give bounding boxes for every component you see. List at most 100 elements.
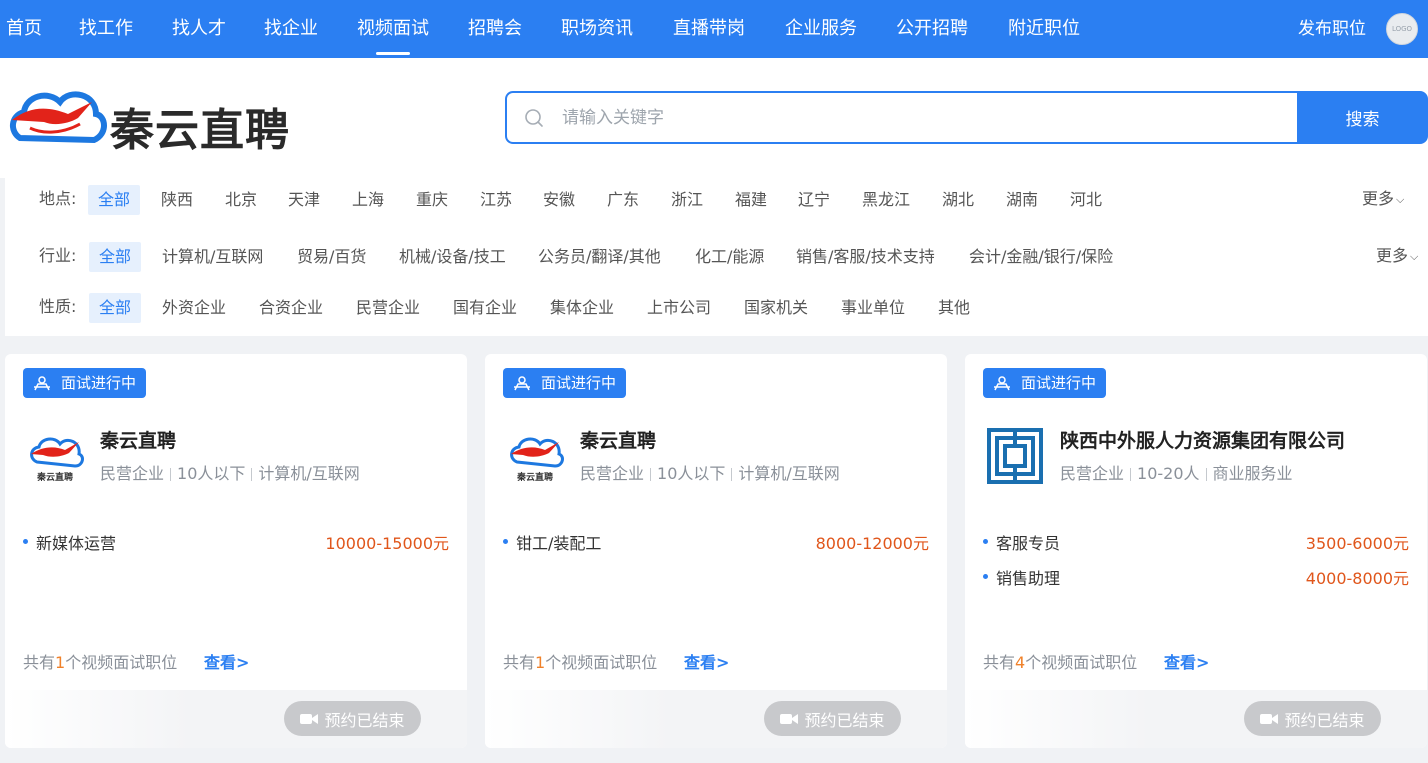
company-type: 民营企业 [100,464,165,483]
filter-location-option[interactable]: 福建 [735,185,767,215]
filter-industry-option[interactable]: 公务员/翻译/其他 [538,242,661,272]
view-link[interactable]: 查看> [204,649,249,673]
filter-location-option[interactable]: 安徽 [543,185,575,215]
job-item[interactable]: 客服专员 3500-6000元 [983,530,1409,554]
nav-item-career-news[interactable]: 职场资讯 [561,14,633,44]
appointment-ended-label: 预约已结束 [324,710,405,730]
nav-item-nearby-jobs[interactable]: 附近职位 [1008,14,1080,44]
appointment-ended-label: 预约已结束 [1284,710,1365,730]
search-input[interactable] [562,103,1282,133]
job-item[interactable]: 新媒体运营 10000-15000元 [23,530,449,554]
filter-nature-option[interactable]: 国家机关 [744,293,808,323]
company-logo-text: 秦云直聘 [516,471,553,483]
filter-location-option[interactable]: 浙江 [671,185,703,215]
job-salary: 8000-12000元 [815,534,929,553]
interview-card[interactable]: 面试进行中 秦云直聘 秦云直聘 民营企业 10人以下 计算机/互联网 钳工/装配工 … [485,354,947,748]
appointment-ended-label: 预约已结束 [804,710,885,730]
filter-nature-option[interactable]: 国有企业 [453,293,517,323]
more-label: 更多 [1376,246,1409,265]
filter-nature-option[interactable]: 合资企业 [259,293,323,323]
nav-item-video-interview[interactable]: 视频面试 [357,14,429,44]
filter-row-nature: 性质: 全部 外资企业 合资企业 民营企业 国有企业 集体企业 上市公司 国家机… [5,289,1428,323]
company-meta: 民营企业 10人以下 计算机/互联网 [580,460,840,484]
company-meta: 民营企业 10-20人 商业服务业 [1060,460,1293,484]
filter-location-option[interactable]: 重庆 [416,185,448,215]
video-camera-icon [300,713,319,724]
company-size: 10人以下 [177,464,246,483]
filter-location-option[interactable]: 江苏 [480,185,512,215]
nav-item-home[interactable]: 首页 [6,14,42,44]
search-icon [525,109,543,127]
filter-industry-more[interactable]: 更多 ⌵ [1376,242,1418,266]
company-name[interactable]: 陕西中外服人力资源集团有限公司 [1060,426,1345,453]
job-count-number: 1 [55,653,66,672]
avatar[interactable]: LOGO [1386,13,1418,45]
interview-card[interactable]: 面试进行中 秦云直聘 秦云直聘 民营企业 10人以下 计算机/互联网 新媒体运营 1… [5,354,467,748]
filter-nature-option[interactable]: 上市公司 [647,293,711,323]
nav-item-find-job[interactable]: 找工作 [79,14,133,44]
filter-row-industry: 行业: 全部 计算机/互联网 贸易/百货 机械/设备/技工 公务员/翻译/其他 … [5,238,1428,272]
filter-nature-option[interactable]: 事业单位 [841,293,905,323]
interview-status-badge: 面试进行中 [983,368,1107,398]
publish-job-link[interactable]: 发布职位 [1298,14,1366,44]
top-nav: 首页 找工作 找人才 找企业 视频面试 招聘会 职场资讯 直播带岗 企业服务 公… [0,0,1428,58]
filter-industry-option[interactable]: 贸易/百货 [297,242,366,272]
company-logo-icon[interactable]: 秦云直聘 [505,426,565,486]
job-count-number: 1 [535,653,546,672]
filter-industry-all[interactable]: 全部 [89,242,142,272]
job-item[interactable]: 钳工/装配工 8000-12000元 [503,530,929,554]
company-type: 民营企业 [580,464,645,483]
filter-location-all[interactable]: 全部 [88,185,141,215]
job-title: 新媒体运营 [36,534,117,553]
filter-industry-option[interactable]: 机械/设备/技工 [399,242,506,272]
company-logo-icon[interactable]: 秦云直聘 [25,426,85,486]
nav-item-job-fair[interactable]: 招聘会 [468,14,522,44]
filter-nature-option[interactable]: 外资企业 [162,293,226,323]
search-button[interactable]: 搜索 [1297,91,1428,144]
filter-nature-option[interactable]: 其他 [938,293,970,323]
filter-location-more[interactable]: 更多 ⌵ [1362,185,1404,209]
filter-industry-option[interactable]: 销售/客服/技术支持 [796,242,935,272]
filter-location-option[interactable]: 河北 [1070,185,1102,215]
nav-item-public-recruit[interactable]: 公开招聘 [896,14,968,44]
job-item[interactable]: 销售助理 4000-8000元 [983,565,1409,589]
site-logo-text: 秦云直聘 [110,105,290,156]
company-logo-text: 秦云直聘 [36,471,73,483]
appointment-ended-button[interactable]: 预约已结束 [284,701,421,736]
filter-industry-option[interactable]: 会计/金融/银行/保险 [969,242,1113,272]
appointment-ended-button[interactable]: 预约已结束 [764,701,901,736]
job-salary: 4000-8000元 [1305,569,1409,588]
view-link[interactable]: 查看> [684,649,729,673]
view-link[interactable]: 查看> [1164,649,1209,673]
company-name[interactable]: 秦云直聘 [580,426,656,453]
company-logo-icon[interactable] [985,426,1045,486]
nav-item-enterprise-service[interactable]: 企业服务 [785,14,857,44]
filter-location-option[interactable]: 上海 [352,185,384,215]
interview-status-badge: 面试进行中 [23,368,147,398]
filter-nature-option[interactable]: 民营企业 [356,293,420,323]
filter-nature-all[interactable]: 全部 [89,293,142,323]
header: 秦云直聘 搜索 [0,58,1428,178]
filter-location-option[interactable]: 北京 [225,185,257,215]
filter-location-option[interactable]: 广东 [607,185,639,215]
filter-location-option[interactable]: 黑龙江 [862,185,910,215]
filter-nature-option[interactable]: 集体企业 [550,293,614,323]
filter-industry-option[interactable]: 计算机/互联网 [162,242,263,272]
nav-item-find-company[interactable]: 找企业 [264,14,318,44]
company-name[interactable]: 秦云直聘 [100,426,176,453]
company-type: 民营企业 [1060,464,1125,483]
nav-item-live-hiring[interactable]: 直播带岗 [673,14,745,44]
filter-location-option[interactable]: 湖北 [942,185,974,215]
filter-location-option[interactable]: 辽宁 [798,185,830,215]
filter-location-option[interactable]: 陕西 [161,185,193,215]
filter-industry-option[interactable]: 化工/能源 [695,242,764,272]
job-count-number: 4 [1015,653,1026,672]
job-title: 钳工/装配工 [516,534,602,553]
nav-item-find-talent[interactable]: 找人才 [172,14,226,44]
badge-label: 面试进行中 [61,374,137,392]
interview-card[interactable]: 面试进行中 陕西中外服人力资源集团有限公司 民营企业 10-20人 商业服务业 客服… [965,354,1427,748]
meeting-icon [514,376,530,391]
filter-location-option[interactable]: 天津 [288,185,320,215]
appointment-ended-button[interactable]: 预约已结束 [1244,701,1381,736]
filter-location-option[interactable]: 湖南 [1006,185,1038,215]
